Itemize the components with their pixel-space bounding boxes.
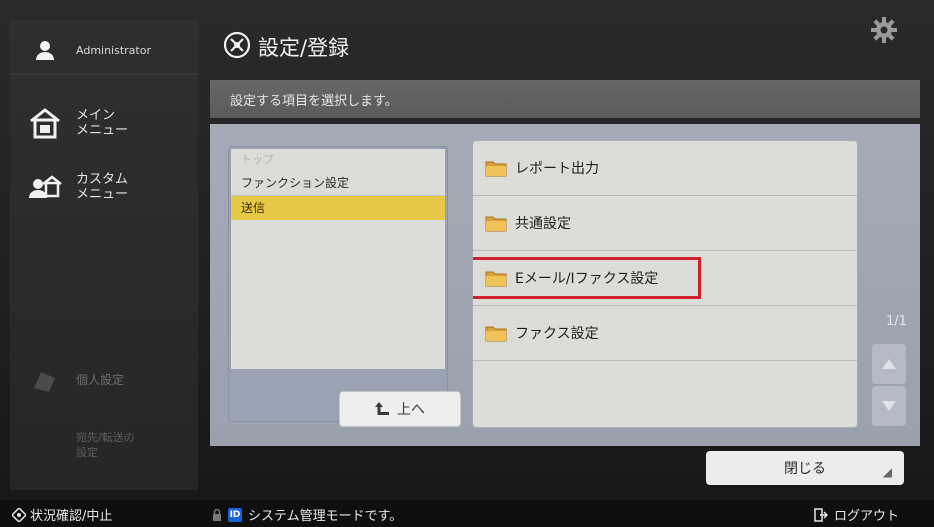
up-button[interactable]: 上へ — [339, 391, 461, 427]
list-item-fax-settings[interactable]: ファクス設定 — [473, 306, 857, 361]
list-item-report-output[interactable]: レポート出力 — [473, 141, 857, 196]
status-monitor-icon — [12, 507, 26, 522]
sidebar-item-destination[interactable]: 宛先/転送の 設定 — [10, 425, 198, 465]
header: 設定/登録 — [210, 24, 920, 68]
status-monitor-label: 状況確認/中止 — [30, 509, 113, 524]
sidebar-item-label: 個人設定 — [76, 372, 125, 387]
up-arrow-icon — [375, 402, 389, 415]
corner-indicator-icon: ◢ — [882, 465, 892, 479]
instruction-bar: 設定する項目を選択します。 — [210, 80, 920, 118]
list-item-label: レポート出力 — [515, 161, 599, 177]
scroll-up-button[interactable] — [872, 344, 906, 384]
up-button-label: 上へ — [397, 402, 425, 418]
tree-row-function-settings[interactable]: ファンクション設定 — [231, 171, 445, 196]
logout-button[interactable]: ログアウト — [814, 505, 899, 524]
navigation-tree: トップ ファンクション設定 送信 上へ — [228, 146, 461, 427]
status-message-text: システム管理モードです。 — [248, 509, 403, 524]
status-bar: 状況確認/中止 ID システム管理モードです。 ログアウト — [0, 500, 934, 527]
close-button-label: 閉じる — [784, 461, 826, 477]
logout-icon — [814, 507, 828, 522]
sidebar-item-main-menu[interactable]: メイン メニュー — [10, 94, 198, 152]
close-button[interactable]: 閉じる ◢ — [706, 451, 904, 485]
custom-menu-icon — [28, 170, 62, 204]
sidebar-item-label: メイン メニュー — [76, 108, 129, 138]
list-item-email-ifax-settings[interactable]: Eメール/Iファクス設定 — [473, 251, 857, 306]
sidebar-item-personal-settings[interactable]: 個人設定 — [10, 360, 198, 400]
sidebar: Administrator メイン メニュー カスタム メニュー 個人設定 宛先… — [10, 20, 198, 490]
folder-icon — [485, 161, 507, 177]
status-message: ID システム管理モードです。 — [212, 505, 402, 524]
settings-item-list: レポート出力 共通設定 Eメール/Iファクス設定 ファクス設定 — [472, 140, 858, 428]
triangle-down-icon — [882, 401, 896, 411]
tree-list: トップ ファンクション設定 送信 — [231, 149, 445, 369]
scroll-down-button[interactable] — [872, 386, 906, 426]
gear-icon[interactable] — [870, 16, 898, 44]
list-item-common-settings[interactable]: 共通設定 — [473, 196, 857, 251]
list-item-label: ファクス設定 — [515, 326, 599, 342]
sidebar-user[interactable]: Administrator — [10, 26, 198, 75]
page-indicator: 1/1 — [886, 314, 907, 329]
settings-register-icon — [222, 30, 252, 60]
home-icon — [28, 106, 62, 140]
logout-label: ログアウト — [834, 509, 900, 524]
lock-icon — [213, 508, 221, 521]
folder-icon — [485, 216, 507, 232]
user-icon — [28, 33, 62, 67]
folder-icon — [485, 271, 507, 287]
sidebar-user-label: Administrator — [76, 43, 151, 57]
content-panel: トップ ファンクション設定 送信 上へ レポート出力 共通設定 Eメール/Iファ… — [210, 124, 920, 446]
device-screen: Administrator メイン メニュー カスタム メニュー 個人設定 宛先… — [0, 0, 934, 527]
list-item-label: Eメール/Iファクス設定 — [515, 271, 659, 287]
triangle-up-icon — [882, 359, 896, 369]
tree-row-top[interactable]: トップ — [231, 149, 445, 171]
status-monitor-button[interactable]: 状況確認/中止 — [12, 505, 112, 524]
sidebar-item-label: カスタム メニュー — [76, 172, 129, 202]
sidebar-item-custom-menu[interactable]: カスタム メニュー — [10, 158, 198, 216]
tree-row-send[interactable]: 送信 — [231, 196, 445, 220]
list-item-label: 共通設定 — [515, 216, 571, 232]
page-title: 設定/登録 — [258, 36, 350, 60]
id-badge: ID — [228, 507, 242, 522]
personal-settings-icon — [28, 363, 62, 397]
instruction-text: 設定する項目を選択します。 — [230, 94, 398, 109]
folder-icon — [485, 326, 507, 342]
sidebar-item-label: 宛先/転送の 設定 — [76, 431, 135, 459]
